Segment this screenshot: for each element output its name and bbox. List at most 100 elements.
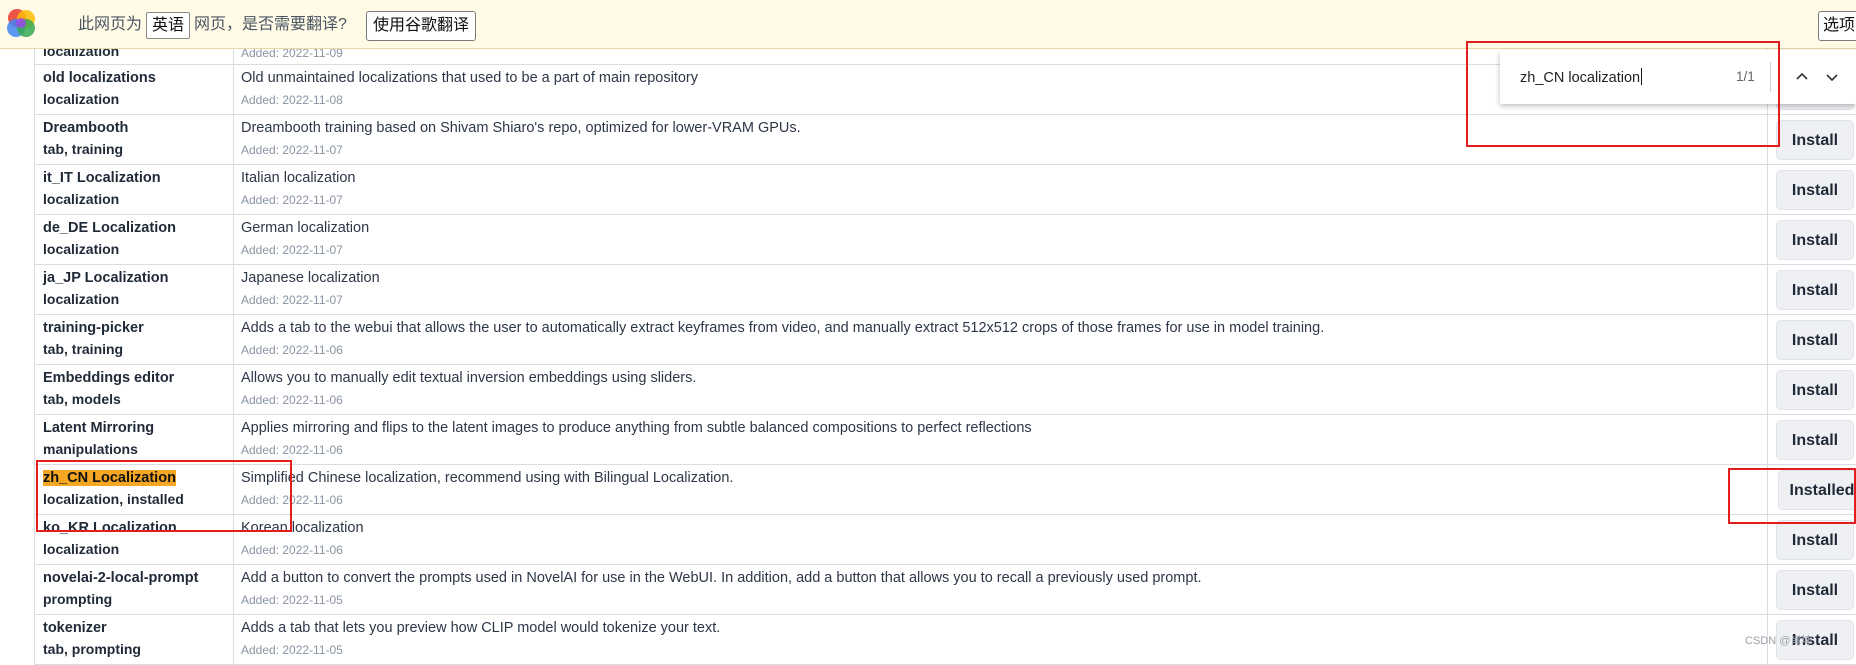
google-translate-logo-icon (7, 9, 35, 37)
extension-description: Allows you to manually edit textual inve… (241, 370, 697, 386)
extension-name[interactable]: tokenizer (43, 620, 107, 636)
extension-name[interactable]: Latent Mirroring (43, 420, 154, 436)
added-date: Added: 2022-11-06 (241, 543, 343, 557)
extension-name[interactable]: Dreambooth (43, 120, 128, 136)
extension-description: Add a button to convert the prompts used… (241, 570, 1202, 586)
extension-tags: prompting (43, 591, 113, 607)
table-row: training-picker tab, training Adds a tab… (34, 315, 1856, 365)
action-cell: Install (1768, 365, 1856, 414)
name-cell: Dreambooth tab, training (34, 115, 234, 164)
action-cell: Install (1768, 415, 1856, 464)
extension-tags: localization (43, 241, 120, 257)
extension-tags: tab, training (43, 141, 124, 157)
table-row: ja_JP Localization localization Japanese… (34, 265, 1856, 315)
table-row-highlighted: zh_CN Localization localization, install… (34, 465, 1856, 515)
extension-name[interactable]: it_IT Localization (43, 170, 161, 186)
description-cell: Simplified Chinese localization, recomme… (234, 465, 1768, 514)
description-cell: Adds a tab that lets you preview how CLI… (234, 615, 1768, 664)
table-row: tokenizer tab, prompting Adds a tab that… (34, 615, 1856, 665)
extension-tags: localization (43, 49, 120, 59)
description-cell: Allows you to manually edit textual inve… (234, 365, 1768, 414)
action-cell: Install (1768, 315, 1856, 364)
added-date: Added: 2022-11-09 (241, 49, 343, 60)
name-cell: Latent Mirroring manipulations (34, 415, 234, 464)
language-selector[interactable]: 英语 (146, 12, 191, 39)
action-cell: Install (1768, 165, 1856, 214)
watermark-text: CSDN @肖坤 (1745, 635, 1813, 647)
extension-description: Adds a tab to the webui that allows the … (241, 320, 1325, 336)
install-button[interactable]: Install (1776, 170, 1854, 210)
description-cell: Italian localization Added: 2022-11-07 (234, 165, 1768, 214)
table-row: ko_KR Localization localization Korean l… (34, 515, 1856, 565)
action-cell: Install (1768, 265, 1856, 314)
install-button[interactable]: Install (1776, 520, 1854, 560)
chevron-up-icon[interactable] (1789, 64, 1815, 90)
extension-tags: localization (43, 541, 120, 557)
action-cell: Install (1768, 565, 1856, 614)
install-button[interactable]: Install (1776, 420, 1854, 460)
install-button[interactable]: Install (1776, 270, 1854, 310)
action-cell: Install (1768, 215, 1856, 264)
install-button[interactable]: Install (1776, 370, 1854, 410)
extension-tags: localization (43, 291, 120, 307)
install-button[interactable]: Install (1776, 570, 1854, 610)
extension-tags: localization (43, 91, 120, 107)
table-row: novelai-2-local-prompt prompting Add a b… (34, 565, 1856, 615)
annotation-box-installed-button (1728, 468, 1856, 524)
extension-name[interactable]: old localizations (43, 70, 156, 86)
translate-prefix-text: 此网页为 (78, 16, 143, 33)
added-date: Added: 2022-11-06 (241, 343, 343, 357)
added-date: Added: 2022-11-07 (241, 193, 343, 207)
extension-description: German localization (241, 220, 370, 236)
name-cell: de_DE Localization localization (34, 215, 234, 264)
extension-tags: localization (43, 191, 120, 207)
chevron-down-icon[interactable] (1819, 64, 1845, 90)
extension-description: Italian localization (241, 170, 356, 186)
name-cell: old localizations localization (34, 65, 234, 114)
action-cell: Install (1768, 115, 1856, 164)
extension-description: Old unmaintained localizations that used… (241, 70, 699, 86)
added-date: Added: 2022-11-07 (241, 293, 343, 307)
name-cell: novelai-2-local-prompt prompting (34, 565, 234, 614)
extension-description: Japanese localization (241, 270, 380, 286)
install-button[interactable]: Install (1776, 120, 1854, 160)
description-cell: Korean localization Added: 2022-11-06 (234, 515, 1768, 564)
extension-name[interactable]: training-picker (43, 320, 144, 336)
name-cell: Embeddings editor tab, models (34, 365, 234, 414)
options-button[interactable]: 选项 (1818, 11, 1856, 41)
table-row: it_IT Localization localization Italian … (34, 165, 1856, 215)
extension-name[interactable]: Embeddings editor (43, 370, 174, 386)
translate-question-text: 网页，是否需要翻译? (194, 16, 347, 33)
extension-description: Adds a tab that lets you preview how CLI… (241, 620, 721, 636)
added-date: Added: 2022-11-07 (241, 143, 343, 157)
extension-description: Simplified Chinese localization, recomme… (241, 470, 734, 486)
added-date: Added: 2022-11-06 (241, 393, 343, 407)
extension-description: Applies mirroring and flips to the laten… (241, 420, 1032, 436)
name-cell: ja_JP Localization localization (34, 265, 234, 314)
extension-name[interactable]: de_DE Localization (43, 220, 176, 236)
added-date: Added: 2022-11-06 (241, 443, 343, 457)
extension-tags: tab, training (43, 341, 124, 357)
extension-name[interactable]: ja_JP Localization (43, 270, 168, 286)
install-button[interactable]: Install (1776, 320, 1854, 360)
description-cell: German localization Added: 2022-11-07 (234, 215, 1768, 264)
table-row: de_DE Localization localization German l… (34, 215, 1856, 265)
description-cell: Add a button to convert the prompts used… (234, 565, 1768, 614)
name-cell: training-picker tab, training (34, 315, 234, 364)
description-cell: Adds a tab to the webui that allows the … (234, 315, 1768, 364)
description-cell: Japanese localization Added: 2022-11-07 (234, 265, 1768, 314)
table-row: Embeddings editor tab, models Allows you… (34, 365, 1856, 415)
annotation-box-extension-name (36, 460, 292, 532)
added-date: Added: 2022-11-05 (241, 593, 343, 607)
install-button[interactable]: Install (1776, 220, 1854, 260)
table-row: Latent Mirroring manipulations Applies m… (34, 415, 1856, 465)
google-translate-button[interactable]: 使用谷歌翻译 (366, 11, 477, 41)
name-cell: localization (34, 49, 234, 64)
added-date: Added: 2022-11-08 (241, 93, 343, 107)
extension-tags: manipulations (43, 441, 138, 457)
extension-name[interactable]: novelai-2-local-prompt (43, 570, 199, 586)
added-date: Added: 2022-11-07 (241, 243, 343, 257)
extension-tags: tab, models (43, 391, 121, 407)
annotation-box-findbar (1466, 41, 1780, 147)
extension-description: Dreambooth training based on Shivam Shia… (241, 120, 801, 136)
